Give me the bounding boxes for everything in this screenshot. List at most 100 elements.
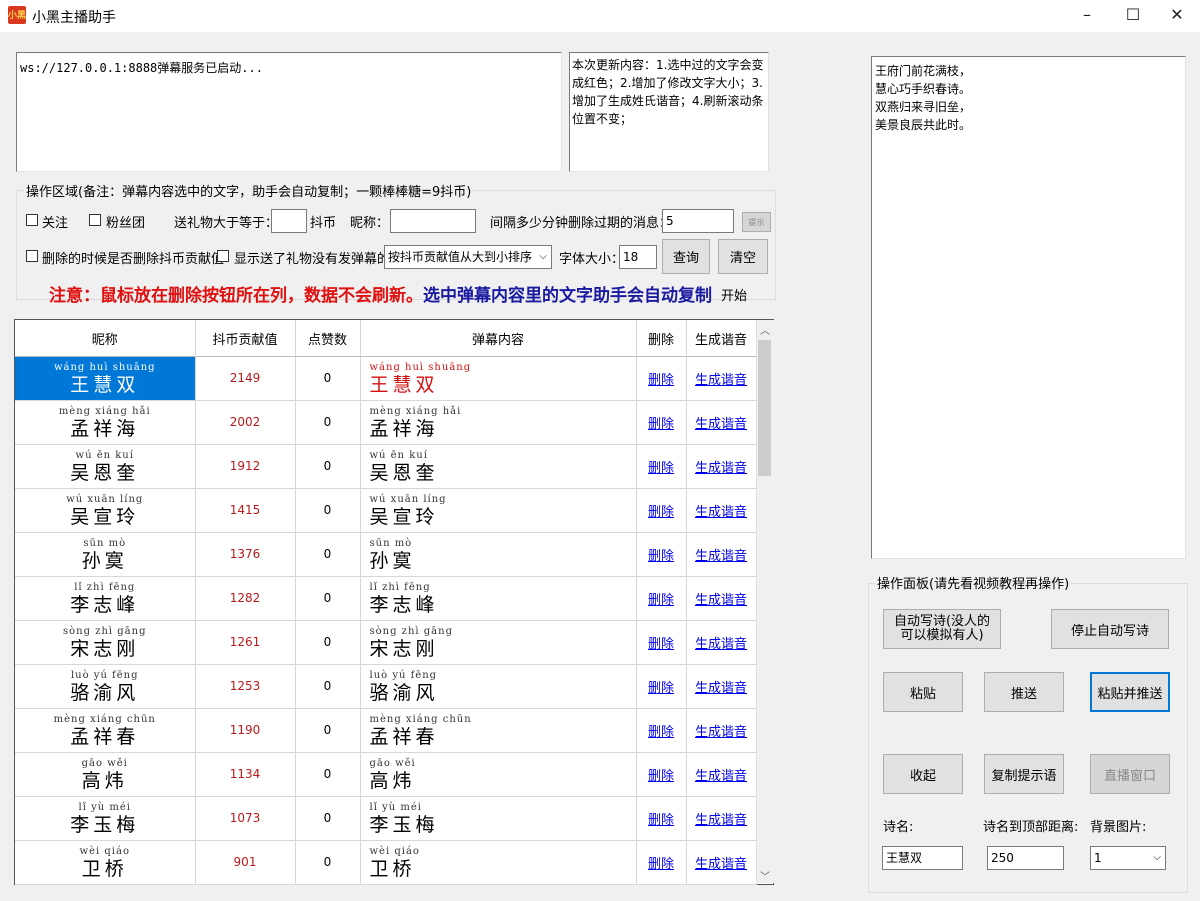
nickname-cell[interactable]: wú ēn kuí 吴恩奎 [15,444,196,489]
minimize-button[interactable]: – [1064,0,1110,32]
table-row[interactable]: wáng huì shuāng 王慧双 2149 0 wáng huì shuāng 王慧… [15,356,757,401]
comment-cell[interactable]: gāo wěi 高炜 [360,752,637,797]
paste-and-push-button[interactable]: 粘贴并推送 [1090,672,1170,712]
delete-coin-checkbox[interactable] [26,250,38,266]
homophone-link[interactable]: 生成谐音 [695,373,747,388]
poem-name-input[interactable]: 王慧双 [882,846,963,870]
delete-link[interactable]: 删除 [648,769,674,784]
nickname-cell[interactable]: wáng huì shuāng 王慧双 [15,356,196,401]
comment-cell[interactable]: wáng huì shuāng 王慧双 [360,356,637,401]
nickname-cell[interactable]: mèng xiáng chūn 孟祥春 [15,708,196,753]
homophone-link[interactable]: 生成谐音 [695,461,747,476]
comment-cell[interactable]: sūn mò 孙寞 [360,532,637,577]
nickname-cell[interactable]: gāo wěi 高炜 [15,752,196,797]
col-homophone-header[interactable]: 生成谐音 [686,320,757,357]
homophone-link[interactable]: 生成谐音 [695,857,747,872]
scroll-up-icon[interactable]: ︿ [760,322,770,337]
delete-link[interactable]: 删除 [648,505,674,520]
delete-link[interactable]: 删除 [648,549,674,564]
col-nickname-header[interactable]: 昵称 [15,320,196,357]
nickname-cell[interactable]: lǐ zhì fēng 李志峰 [15,576,196,621]
comment-cell[interactable]: wú xuān líng 吴宣玲 [360,488,637,533]
gift-gte-input[interactable] [271,209,307,233]
copy-prompt-button[interactable]: 复制提示语 [984,754,1064,794]
col-likes-header[interactable]: 点赞数 [295,320,361,357]
nickname-cell[interactable]: mèng xiáng hǎi 孟祥海 [15,400,196,445]
nickname-cell[interactable]: wú xuān líng 吴宣玲 [15,488,196,533]
update-notes-textbox[interactable]: 本次更新内容：1.选中过的文字会变成红色；2.增加了修改文字大小；3.增加了生成… [569,52,769,172]
table-row[interactable]: wú ēn kuí 吴恩奎 1912 0 wú ēn kuí 吴恩奎 删除 生成谐音 [15,444,757,489]
follow-checkbox[interactable] [26,214,38,230]
delete-link[interactable]: 删除 [648,461,674,476]
fans-checkbox[interactable] [89,214,101,230]
poem-textbox[interactable]: 王府门前花满枝， 慧心巧手织春诗。 双燕归来寻旧垒， 美景良辰共此时。 [871,56,1186,559]
stop-auto-poem-button[interactable]: 停止自动写诗 [1051,609,1169,649]
delete-link[interactable]: 删除 [648,417,674,432]
homophone-link[interactable]: 生成谐音 [695,725,747,740]
comment-cell[interactable]: wèi qiáo 卫桥 [360,840,637,885]
col-content-header[interactable]: 弹幕内容 [360,320,637,357]
delete-link[interactable]: 删除 [648,857,674,872]
nickname-text: 孙寞 [81,549,128,572]
clear-button[interactable]: 清空 [718,239,768,274]
table-row[interactable]: sūn mò 孙寞 1376 0 sūn mò 孙寞 删除 生成谐音 [15,532,757,577]
comment-cell[interactable]: mèng xiáng chūn 孟祥春 [360,708,637,753]
nickname-cell[interactable]: wèi qiáo 卫桥 [15,840,196,885]
expire-input[interactable]: 5 [662,209,734,233]
homophone-link[interactable]: 生成谐音 [695,593,747,608]
auto-poem-button[interactable]: 自动写诗(没人的可以模拟有人) [883,609,1001,649]
delete-link[interactable]: 删除 [648,813,674,828]
log-textbox[interactable]: ws://127.0.0.1:8888弹幕服务已启动... [16,52,562,172]
close-button[interactable]: ✕ [1154,0,1200,32]
collapse-button[interactable]: 收起 [883,754,963,794]
col-delete-header[interactable]: 删除 [636,320,687,357]
table-row[interactable]: lǐ yù méi 李玉梅 1073 0 lǐ yù méi 李玉梅 删除 生成谐音 [15,796,757,841]
query-button[interactable]: 查询 [662,239,710,274]
nickname-cell[interactable]: sūn mò 孙寞 [15,532,196,577]
table-row[interactable]: gāo wěi 高炜 1134 0 gāo wěi 高炜 删除 生成谐音 [15,752,757,797]
table-row[interactable]: sòng zhì gāng 宋志刚 1261 0 sòng zhì gāng 宋志刚 删除生… [15,620,757,665]
font-size-input[interactable]: 18 [619,245,657,269]
comment-cell[interactable]: luò yú fēng 骆渝风 [360,664,637,709]
homophone-link[interactable]: 生成谐音 [695,637,747,652]
live-window-button[interactable]: 直播窗口 [1090,754,1170,794]
nickname-cell[interactable]: luò yú fēng 骆渝风 [15,664,196,709]
homophone-link[interactable]: 生成谐音 [695,505,747,520]
hint-button[interactable]: 提示 [742,212,771,232]
comment-cell[interactable]: wú ēn kuí 吴恩奎 [360,444,637,489]
comment-cell[interactable]: sòng zhì gāng 宋志刚 [360,620,637,665]
homophone-link[interactable]: 生成谐音 [695,549,747,564]
push-button[interactable]: 推送 [984,672,1064,712]
delete-link[interactable]: 删除 [648,593,674,608]
maximize-button[interactable]: ☐ [1110,0,1156,32]
table-row[interactable]: luò yú fēng 骆渝风 1253 0 luò yú fēng 骆渝风 删除 生成谐音 [15,664,757,709]
homophone-link[interactable]: 生成谐音 [695,769,747,784]
homophone-link[interactable]: 生成谐音 [695,681,747,696]
comment-cell[interactable]: mèng xiáng hǎi 孟祥海 [360,400,637,445]
background-image-select[interactable]: 1 ⌵ [1090,846,1166,870]
nickname-cell[interactable]: sòng zhì gāng 宋志刚 [15,620,196,665]
homophone-link[interactable]: 生成谐音 [695,813,747,828]
delete-link[interactable]: 删除 [648,373,674,388]
nickname-cell[interactable]: lǐ yù méi 李玉梅 [15,796,196,841]
col-coins-header[interactable]: 抖币贡献值 [195,320,296,357]
comment-cell[interactable]: lǐ yù méi 李玉梅 [360,796,637,841]
delete-link[interactable]: 删除 [648,637,674,652]
paste-button[interactable]: 粘贴 [883,672,963,712]
scroll-down-icon[interactable]: ﹀ [760,868,770,883]
show-no-comment-checkbox[interactable] [217,250,229,266]
delete-link[interactable]: 删除 [648,681,674,696]
poem-top-distance-input[interactable]: 250 [987,846,1064,870]
nickname-input[interactable] [390,209,476,233]
comment-cell[interactable]: lǐ zhì fēng 李志峰 [360,576,637,621]
homophone-link[interactable]: 生成谐音 [695,417,747,432]
delete-link[interactable]: 删除 [648,725,674,740]
table-row[interactable]: wú xuān líng 吴宣玲 1415 0 wú xuān líng 吴宣玲 删除 生成谐… [15,488,757,533]
nickname-text: 卫桥 [81,857,128,880]
table-row[interactable]: mèng xiáng hǎi 孟祥海 2002 0 mèng xiáng hǎi 孟祥海删… [15,400,757,445]
grid-scrollbar-thumb[interactable] [758,340,771,476]
table-row[interactable]: lǐ zhì fēng 李志峰 1282 0 lǐ zhì fēng 李志峰 删除 生成谐音 [15,576,757,621]
sort-select[interactable]: 按抖币贡献值从大到小排序 ⌵ [384,245,552,269]
table-row[interactable]: wèi qiáo 卫桥 901 0 wèi qiáo 卫桥 删除 生成谐音 [15,840,757,885]
table-row[interactable]: mèng xiáng chūn 孟祥春 1190 0 mèng xiáng chūn 孟祥… [15,708,757,753]
